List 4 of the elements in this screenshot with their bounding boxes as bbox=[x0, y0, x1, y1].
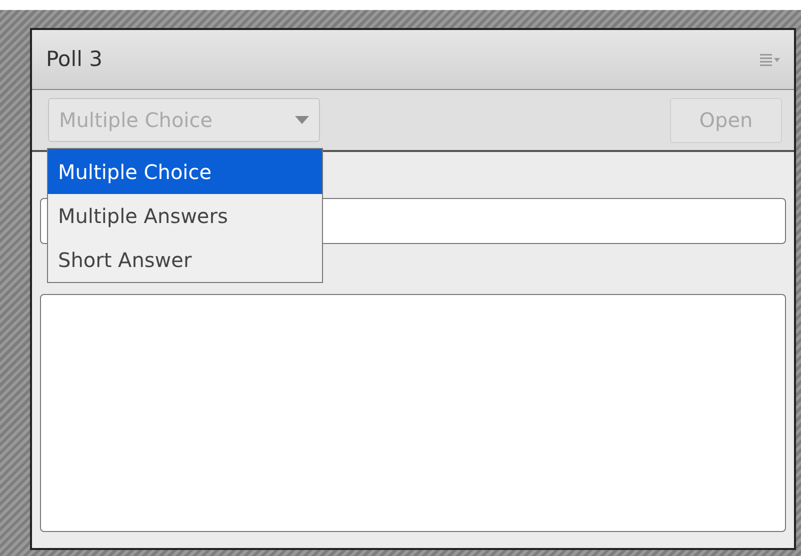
caret-icon bbox=[295, 116, 309, 124]
panel-title: Poll 3 bbox=[46, 46, 102, 73]
menu-icon[interactable] bbox=[760, 54, 780, 66]
answers-field[interactable] bbox=[40, 294, 786, 532]
